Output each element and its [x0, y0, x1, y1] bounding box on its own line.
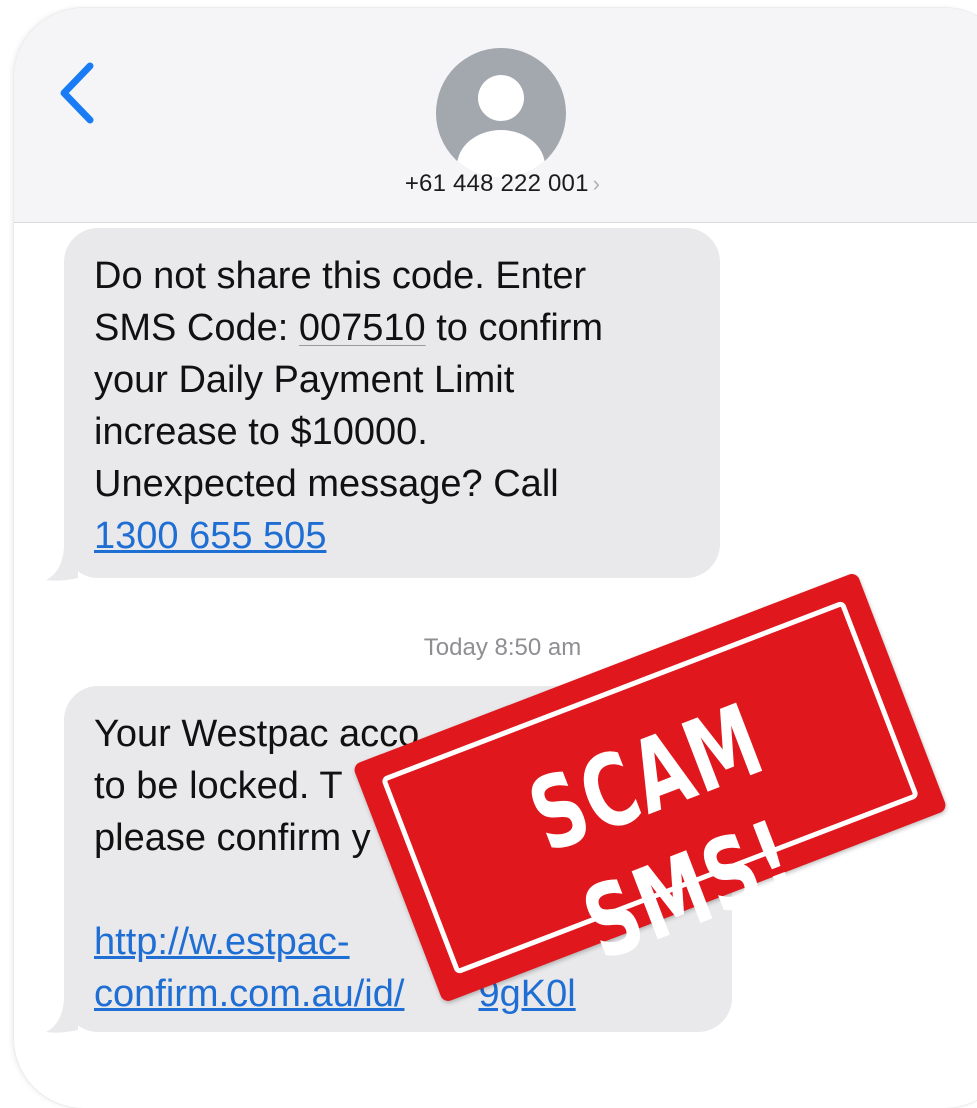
- sms-code[interactable]: 007510: [299, 307, 426, 349]
- message-1-line-3: your Daily Payment Limit: [94, 359, 515, 401]
- message-1-line-1: Do not share this code. Enter: [94, 255, 587, 297]
- contact-chevron-icon: ›: [592, 171, 601, 196]
- conversation-header: +61 448 222 001 ›: [14, 8, 977, 223]
- contact-name[interactable]: +61 448 222 001 ›: [14, 170, 977, 198]
- phone-link[interactable]: 1300 655 505: [94, 515, 326, 557]
- bubble-tail-1: [46, 548, 78, 581]
- back-chevron-icon[interactable]: [54, 60, 100, 126]
- contact-avatar-icon[interactable]: [436, 48, 566, 178]
- contact-number: +61 448 222 001: [404, 170, 589, 197]
- message-1-line-4: increase to $10000.: [94, 411, 428, 453]
- message-1-line-2: SMS Code: 007510 to confirm: [94, 307, 604, 349]
- message-bubble-1[interactable]: Do not share this code. Enter SMS Code: …: [64, 228, 720, 578]
- phishing-link-line-1[interactable]: http://w.estpac-: [94, 921, 350, 963]
- message-1-line-5: Unexpected message? Call: [94, 463, 559, 505]
- bubble-tail-2: [46, 1000, 78, 1033]
